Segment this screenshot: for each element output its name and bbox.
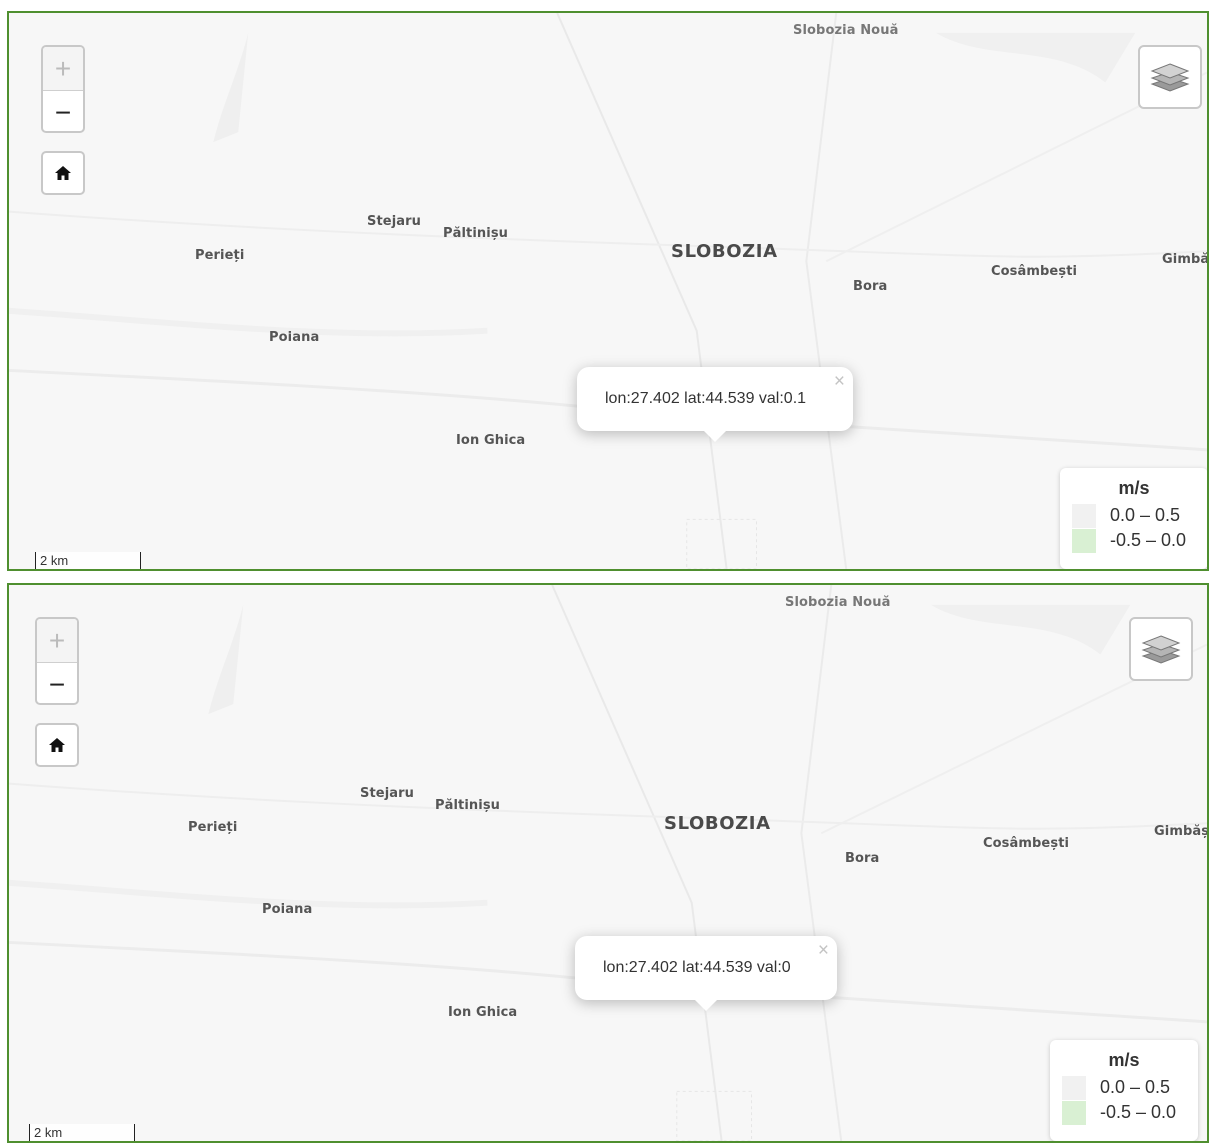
place-label-slobozia: SLOBOZIA [671,241,778,262]
place-label-slobozia-noua: Slobozia Nouă [793,23,899,38]
legend-swatch-positive [1062,1075,1086,1100]
scale-bar: 2 km [29,1124,135,1141]
value-popup: lon:27.402 lat:44.539 val:0 × [575,936,837,1011]
map-panel-top[interactable]: Slobozia Nouă Stejaru Păltinișu Perieți … [7,11,1209,571]
legend-range: 0.0 – 0.5 [1110,505,1181,525]
zoom-control: + − [35,617,79,705]
legend-title: m/s [1118,478,1150,498]
place-label-bora: Bora [853,279,888,294]
legend-range: -0.5 – 0.0 [1110,530,1187,550]
home-icon [49,738,65,752]
zoom-in-button[interactable]: + [37,619,77,662]
place-label-stejaru: Stejaru [367,214,421,229]
value-popup: lon:27.402 lat:44.539 val:0.1 × [577,367,853,442]
popup-text: lon:27.402 lat:44.539 val:0.1 [605,390,807,407]
zoom-in-button[interactable]: + [43,47,83,90]
place-label-perieti: Perieți [195,248,245,263]
legend-row: 0.0 – 0.5 [1072,503,1196,528]
legend-swatch-negative [1062,1100,1086,1125]
place-label-bora: Bora [845,851,880,866]
legend-range: 0.0 – 0.5 [1100,1077,1171,1097]
place-label-perieti: Perieți [188,820,238,835]
legend-row: -0.5 – 0.0 [1072,528,1196,553]
popup-close-icon[interactable]: × [818,940,829,962]
place-label-paltinisu: Păltinișu [435,798,501,813]
place-label-cosambesti: Cosâmbești [991,264,1078,279]
layers-icon [1150,63,1190,92]
popup-close-icon[interactable]: × [834,371,845,393]
layers-button[interactable] [1129,617,1193,681]
layers-icon [1141,635,1181,664]
place-label-ion-ghica: Ion Ghica [456,433,526,448]
popup-text: lon:27.402 lat:44.539 val:0 [603,959,791,976]
legend-row: -0.5 – 0.0 [1062,1100,1186,1125]
place-label-slobozia-noua: Slobozia Nouă [785,595,891,610]
place-label-slobozia: SLOBOZIA [664,813,771,834]
home-button[interactable] [41,151,85,195]
popup-tip [703,430,727,442]
place-label-gimbasani: Gimbășani [1162,252,1209,267]
place-label-poiana: Poiana [269,330,320,345]
zoom-control: + − [41,45,85,133]
zoom-out-button[interactable]: − [37,663,77,706]
legend: m/s 0.0 – 0.5 -0.5 – 0.0 [1050,1040,1198,1141]
home-button[interactable] [35,723,79,767]
place-label-paltinisu: Păltinișu [443,226,509,241]
place-label-stejaru: Stejaru [360,786,414,801]
popup-tip [694,999,718,1011]
legend-range: -0.5 – 0.0 [1100,1102,1177,1122]
basemap [9,585,1207,1141]
zoom-out-button[interactable]: − [43,91,83,134]
place-label-poiana: Poiana [262,902,313,917]
basemap [9,13,1207,569]
scale-bar: 2 km [35,552,141,569]
place-label-cosambesti: Cosâmbești [983,836,1070,851]
legend-row: 0.0 – 0.5 [1062,1075,1186,1100]
legend: m/s 0.0 – 0.5 -0.5 – 0.0 [1060,468,1207,569]
place-label-gimbasani: Gimbășani [1154,824,1209,839]
map-panel-bottom[interactable]: Slobozia Nouă Stejaru Păltinișu Perieți … [7,583,1209,1143]
legend-swatch-negative [1072,528,1096,553]
layers-button[interactable] [1138,45,1202,109]
legend-title: m/s [1108,1050,1140,1070]
place-label-ion-ghica: Ion Ghica [448,1005,518,1020]
home-icon [55,166,71,180]
legend-swatch-positive [1072,503,1096,528]
